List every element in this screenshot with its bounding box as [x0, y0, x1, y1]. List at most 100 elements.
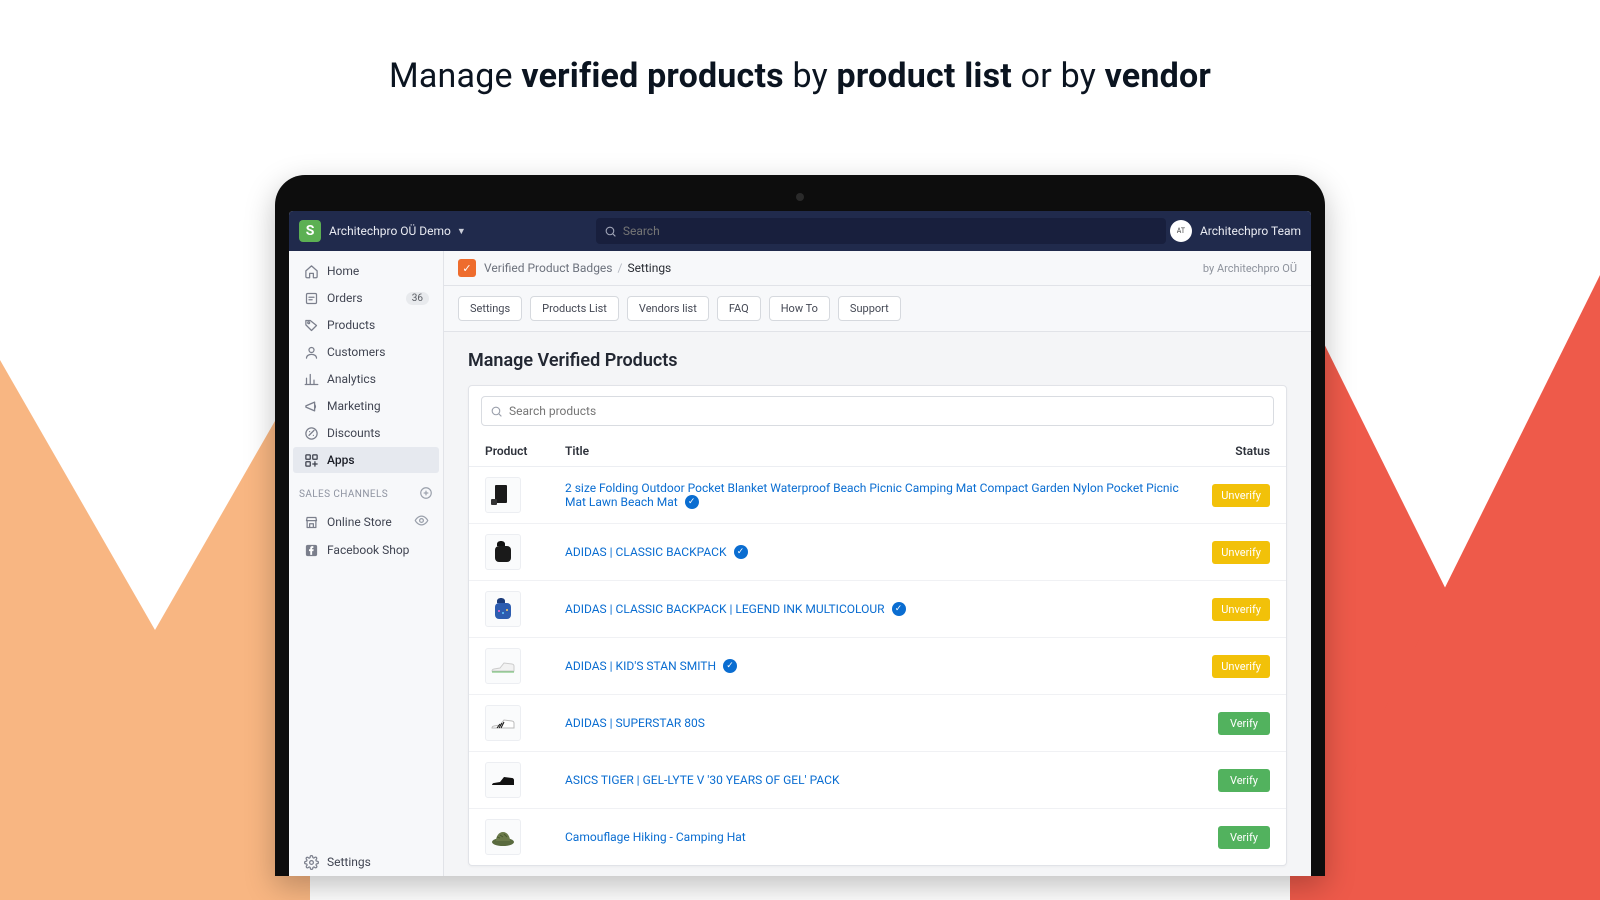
verified-badge-icon: ✓: [892, 602, 906, 616]
analytics-icon: [303, 371, 319, 387]
product-title-link[interactable]: ASICS TIGER | GEL-LYTE V '30 YEARS OF GE…: [565, 773, 839, 787]
sidebar-item-label: Customers: [327, 345, 385, 359]
sidebar-item-customers[interactable]: Customers: [293, 339, 439, 365]
product-title-link[interactable]: ADIDAS | CLASSIC BACKPACK | LEGEND INK M…: [565, 602, 885, 616]
verify-button[interactable]: Verify: [1218, 712, 1270, 735]
tab-vendors-list[interactable]: Vendors list: [627, 296, 709, 321]
tab-support[interactable]: Support: [838, 296, 901, 321]
fb-icon: [303, 542, 319, 558]
product-thumbnail: [485, 591, 521, 627]
product-thumbnail: [485, 648, 521, 684]
unverify-button[interactable]: Unverify: [1212, 598, 1270, 621]
tab-products-list[interactable]: Products List: [530, 296, 619, 321]
sidebar-item-discounts[interactable]: Discounts: [293, 420, 439, 446]
product-title-link[interactable]: ADIDAS | CLASSIC BACKPACK: [565, 545, 727, 559]
table-row: 2 size Folding Outdoor Pocket Blanket Wa…: [469, 467, 1286, 524]
sidebar-item-settings[interactable]: Settings: [293, 849, 439, 875]
product-thumbnail: [485, 819, 521, 855]
sidebar-item-label: Home: [327, 264, 359, 278]
verified-badge-icon: ✓: [734, 545, 748, 559]
product-thumbnail: [485, 534, 521, 570]
main-panel: ✓ Verified Product Badges / Settings by …: [444, 251, 1311, 876]
column-status: Status: [1180, 444, 1270, 458]
store-name-label: Architechpro OÜ Demo: [329, 224, 451, 238]
app-tabs: Settings Products List Vendors list FAQ How …: [444, 286, 1311, 332]
sidebar-item-label: Analytics: [327, 372, 376, 386]
app-icon: ✓: [458, 259, 476, 277]
verified-badge-icon: ✓: [723, 659, 737, 673]
table-row: ASICS TIGER | GEL-LYTE V '30 YEARS OF GE…: [469, 752, 1286, 809]
user-menu[interactable]: AT Architechpro Team: [1170, 220, 1301, 242]
sidebar-item-products[interactable]: Products: [293, 312, 439, 338]
store-switcher[interactable]: Architechpro OÜ Demo ▼: [329, 224, 466, 238]
sidebar-item-orders[interactable]: Orders 36: [293, 285, 439, 311]
product-title-link[interactable]: ADIDAS | SUPERSTAR 80S: [565, 716, 705, 730]
verify-button[interactable]: Verify: [1218, 826, 1270, 849]
global-search[interactable]: [596, 218, 1166, 244]
table-header: Product Title Status: [469, 436, 1286, 467]
sidebar-item-home[interactable]: Home: [293, 258, 439, 284]
table-row: Camouflage Hiking - Camping Hat Verify: [469, 809, 1286, 865]
gear-icon: [303, 854, 319, 870]
breadcrumb-current: Settings: [627, 261, 671, 275]
product-thumbnail: [485, 705, 521, 741]
sidebar-channel-facebook-shop[interactable]: Facebook Shop: [293, 537, 439, 563]
sidebar-item-label: Discounts: [327, 426, 380, 440]
eye-icon[interactable]: [414, 513, 429, 531]
tab-faq[interactable]: FAQ: [717, 296, 761, 321]
verified-badge-icon: ✓: [685, 495, 699, 509]
sidebar-section-channels: SALES CHANNELS: [289, 474, 443, 507]
product-search[interactable]: [481, 396, 1274, 426]
tab-settings[interactable]: Settings: [458, 296, 522, 321]
page-title: Manage Verified Products: [444, 332, 1311, 385]
user-icon: [303, 344, 319, 360]
sidebar-item-label: Orders: [327, 291, 363, 305]
home-icon: [303, 263, 319, 279]
apps-icon: [303, 452, 319, 468]
orders-icon: [303, 290, 319, 306]
product-title-link[interactable]: Camouflage Hiking - Camping Hat: [565, 830, 746, 844]
hero-headline: Manage verified products by product list…: [0, 56, 1600, 96]
search-icon: [604, 225, 617, 238]
sidebar-item-label: Settings: [327, 855, 371, 869]
tab-how-to[interactable]: How To: [769, 296, 830, 321]
verify-button[interactable]: Verify: [1218, 769, 1270, 792]
tag-icon: [303, 317, 319, 333]
column-title: Title: [565, 444, 1180, 458]
sidebar-item-apps[interactable]: Apps: [293, 447, 439, 473]
store-icon: [303, 514, 319, 530]
sidebar-item-label: Online Store: [327, 515, 392, 529]
product-title-link[interactable]: 2 size Folding Outdoor Pocket Blanket Wa…: [565, 481, 1179, 509]
mega-icon: [303, 398, 319, 414]
product-thumbnail: [485, 477, 521, 513]
product-thumbnail: [485, 762, 521, 798]
table-row: ADIDAS | CLASSIC BACKPACK ✓ Unverify: [469, 524, 1286, 581]
sidebar-item-label: Apps: [327, 453, 355, 467]
chevron-down-icon: ▼: [457, 226, 466, 237]
column-product: Product: [485, 444, 565, 458]
unverify-button[interactable]: Unverify: [1212, 655, 1270, 678]
sidebar-item-label: Products: [327, 318, 375, 332]
unverify-button[interactable]: Unverify: [1212, 484, 1270, 507]
product-title-link[interactable]: ADIDAS | KID'S STAN SMITH: [565, 659, 716, 673]
search-icon: [490, 405, 503, 418]
sidebar-item-label: Facebook Shop: [327, 543, 409, 557]
user-name-label: Architechpro Team: [1200, 224, 1301, 238]
sidebar: Home Orders 36 Products Customers Analytics Ma…: [289, 251, 444, 876]
top-bar: S Architechpro OÜ Demo ▼ AT Ar: [289, 211, 1311, 251]
add-channel-button[interactable]: [419, 486, 433, 503]
sidebar-item-analytics[interactable]: Analytics: [293, 366, 439, 392]
discount-icon: [303, 425, 319, 441]
shopify-logo-icon: S: [299, 220, 321, 242]
unverify-button[interactable]: Unverify: [1212, 541, 1270, 564]
breadcrumb-app[interactable]: Verified Product Badges: [484, 261, 612, 275]
sidebar-channel-online-store[interactable]: Online Store: [293, 508, 439, 536]
table-row: ADIDAS | SUPERSTAR 80S Verify: [469, 695, 1286, 752]
search-input[interactable]: [623, 224, 1158, 238]
sidebar-badge: 36: [406, 292, 429, 305]
laptop-camera: [796, 193, 804, 201]
breadcrumb: ✓ Verified Product Badges / Settings by …: [444, 251, 1311, 286]
sidebar-item-marketing[interactable]: Marketing: [293, 393, 439, 419]
byline: by Architechpro OÜ: [1203, 262, 1297, 275]
product-search-input[interactable]: [509, 404, 1265, 418]
